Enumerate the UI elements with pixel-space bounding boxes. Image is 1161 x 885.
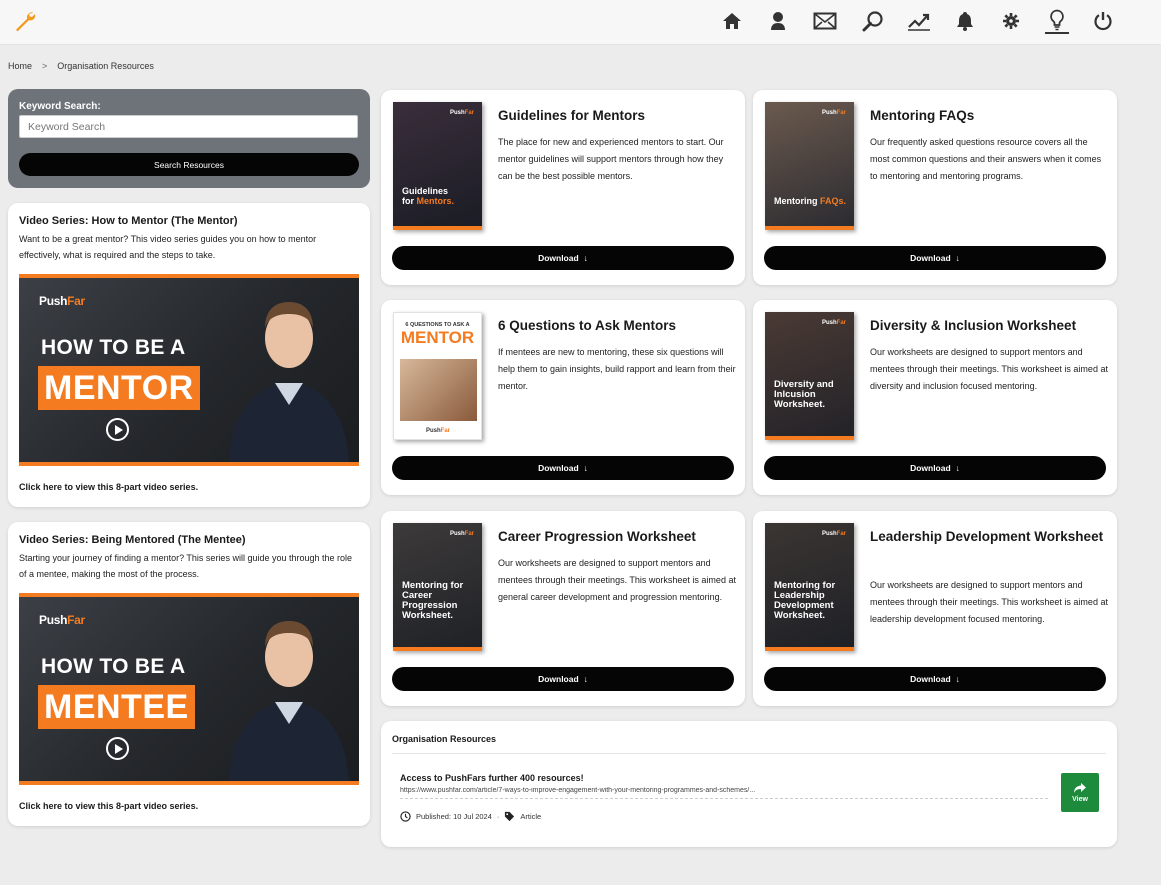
resource-card-leadership: PushFar Mentoring for Leadership Develop… xyxy=(753,511,1117,706)
cover-title: Diversity and Inlcusion Worksheet. xyxy=(774,379,834,410)
download-button[interactable]: Download ↓ xyxy=(764,456,1106,480)
resource-cover: PushFar Guidelines for Mentors. xyxy=(393,102,482,230)
thumbnail-highlight: MENTEE xyxy=(38,685,195,729)
wrench-icon[interactable] xyxy=(13,9,37,33)
video-title: Video Series: How to Mentor (The Mentor) xyxy=(19,215,238,227)
video-description: Starting your journey of finding a mento… xyxy=(19,553,353,579)
arrow-down-icon: ↓ xyxy=(583,253,588,263)
resource-card-six-questions: 6 QUESTIONS TO ASK A MENTOR PushFar 6 Qu… xyxy=(381,300,745,495)
home-icon[interactable] xyxy=(720,8,744,34)
breadcrumb-separator: > xyxy=(42,61,48,71)
thumbnail-heading: HOW TO BE A xyxy=(41,336,186,359)
video-series-link[interactable]: Click here to view this 8-part video ser… xyxy=(19,801,198,811)
presenter-image xyxy=(229,621,349,781)
download-button[interactable]: Download ↓ xyxy=(392,667,734,691)
video-title: Video Series: Being Mentored (The Mentee… xyxy=(19,534,246,546)
resource-card-career-progression: PushFar Mentoring for Career Progression… xyxy=(381,511,745,706)
download-button[interactable]: Download ↓ xyxy=(392,456,734,480)
share-arrow-icon xyxy=(1074,783,1086,793)
search-icon[interactable] xyxy=(861,8,885,34)
arrow-down-icon: ↓ xyxy=(583,463,588,473)
divider xyxy=(392,753,1106,754)
keyword-search-panel: Keyword Search: Search Resources xyxy=(8,89,370,188)
handshake-image xyxy=(400,359,477,421)
video-series-mentor-card: Video Series: How to Mentor (The Mentor)… xyxy=(8,203,370,507)
keyword-search-input[interactable] xyxy=(19,115,358,138)
org-resource-title[interactable]: Access to PushFars further 400 resources… xyxy=(400,773,584,783)
arrow-down-icon: ↓ xyxy=(955,463,960,473)
cover-title: Guidelines for Mentors. xyxy=(402,186,455,206)
video-thumbnail[interactable]: PushFar HOW TO BE A MENTOR xyxy=(19,274,359,466)
play-icon[interactable] xyxy=(106,418,129,441)
chart-icon[interactable] xyxy=(907,8,931,34)
thumbnail-heading: HOW TO BE A xyxy=(41,655,186,678)
resource-title[interactable]: 6 Questions to Ask Mentors xyxy=(498,314,733,338)
arrow-down-icon: ↓ xyxy=(955,674,960,684)
resource-card-faqs: PushFar Mentoring FAQs. Mentoring FAQs O… xyxy=(753,90,1117,285)
resource-card-diversity: PushFar Diversity and Inlcusion Workshee… xyxy=(753,300,1117,495)
resource-description: The place for new and experienced mentor… xyxy=(498,137,724,181)
resource-card-guidelines: PushFar Guidelines for Mentors. Guideline… xyxy=(381,90,745,285)
resource-cover: PushFar Mentoring FAQs. xyxy=(765,102,854,230)
video-thumbnail[interactable]: PushFar HOW TO BE A MENTEE xyxy=(19,593,359,785)
resource-description: If mentees are new to mentoring, these s… xyxy=(498,347,736,391)
profile-icon[interactable] xyxy=(766,8,790,34)
cover-title: Mentoring for Career Progression Workshe… xyxy=(402,580,464,621)
thumbnail-brand: PushFar xyxy=(39,294,85,308)
download-button[interactable]: Download ↓ xyxy=(764,667,1106,691)
mail-icon[interactable] xyxy=(813,8,837,34)
download-button[interactable]: Download ↓ xyxy=(392,246,734,270)
resource-title[interactable]: Guidelines for Mentors xyxy=(498,104,733,128)
org-resources-heading: Organisation Resources xyxy=(392,734,497,744)
breadcrumb-current: Organisation Resources xyxy=(57,61,154,71)
arrow-down-icon: ↓ xyxy=(955,253,960,263)
cover-title: Mentoring FAQs. xyxy=(774,196,847,206)
cover-title: Mentoring for Leadership Development Wor… xyxy=(774,580,836,621)
published-date: Published: 10 Jul 2024 xyxy=(416,812,492,821)
bell-icon[interactable] xyxy=(953,8,977,34)
gear-icon[interactable] xyxy=(999,8,1023,34)
video-description: Want to be a great mentor? This video se… xyxy=(19,234,317,260)
thumbnail-brand: PushFar xyxy=(39,613,85,627)
resource-type: Article xyxy=(520,812,542,821)
resource-title[interactable]: Diversity & Inclusion Worksheet xyxy=(870,314,1105,338)
breadcrumb: Home > Organisation Resources xyxy=(8,61,154,71)
org-resource-meta: Published: 10 Jul 2024 · Article xyxy=(400,811,541,822)
tag-icon xyxy=(505,811,515,822)
clock-icon xyxy=(400,811,411,822)
resource-description: Our worksheets are designed to support m… xyxy=(870,347,1108,391)
view-button[interactable]: View xyxy=(1061,773,1099,812)
presenter-image xyxy=(229,302,349,462)
resource-title[interactable]: Mentoring FAQs xyxy=(870,104,1105,128)
resource-description: Our worksheets are designed to support m… xyxy=(498,558,736,602)
video-series-link[interactable]: Click here to view this 8-part video ser… xyxy=(19,482,198,492)
org-resource-url[interactable]: https://www.pushfar.com/article/7-ways-t… xyxy=(400,787,1048,799)
video-series-mentee-card: Video Series: Being Mentored (The Mentee… xyxy=(8,522,370,826)
meta-separator: · xyxy=(496,812,500,821)
resource-cover: PushFar Mentoring for Leadership Develop… xyxy=(765,523,854,651)
arrow-down-icon: ↓ xyxy=(583,674,588,684)
download-button[interactable]: Download ↓ xyxy=(764,246,1106,270)
resource-description: Our frequently asked questions resource … xyxy=(870,137,1102,181)
top-bar xyxy=(0,0,1161,45)
resource-cover: PushFar Mentoring for Career Progression… xyxy=(393,523,482,651)
search-label: Keyword Search: xyxy=(19,101,101,112)
resource-cover: PushFar Diversity and Inlcusion Workshee… xyxy=(765,312,854,440)
resource-title[interactable]: Career Progression Worksheet xyxy=(498,525,733,549)
resource-cover: 6 QUESTIONS TO ASK A MENTOR PushFar xyxy=(393,312,482,440)
thumbnail-highlight: MENTOR xyxy=(38,366,200,410)
organisation-resources-card: Organisation Resources Access to PushFar… xyxy=(381,721,1117,847)
resource-description: Our worksheets are designed to support m… xyxy=(870,580,1108,624)
breadcrumb-home[interactable]: Home xyxy=(8,61,32,71)
search-resources-button[interactable]: Search Resources xyxy=(19,153,359,176)
resource-title[interactable]: Leadership Development Worksheet xyxy=(870,525,1105,549)
play-icon[interactable] xyxy=(106,737,129,760)
lightbulb-icon[interactable] xyxy=(1045,8,1069,34)
power-icon[interactable] xyxy=(1091,8,1115,34)
